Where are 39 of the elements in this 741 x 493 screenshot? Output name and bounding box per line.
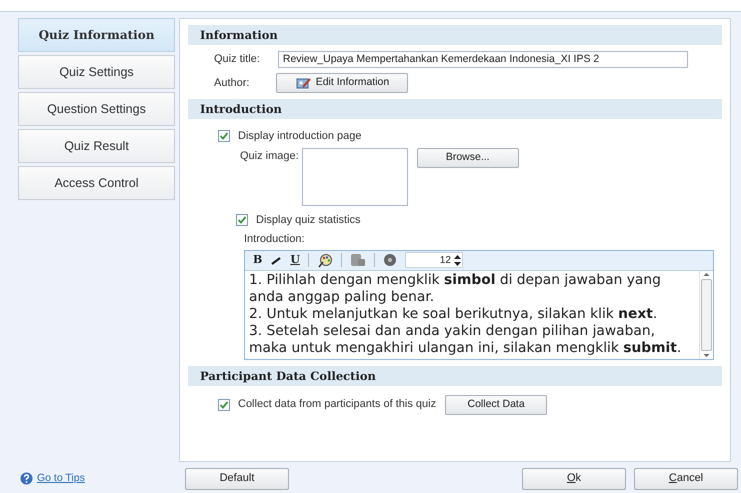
image-icon[interactable] [350,253,366,267]
dialog-button[interactable]: Ok [522,468,626,490]
disc-icon[interactable] [382,253,397,267]
scrollbar[interactable] [699,270,713,358]
checkbox[interactable] [236,214,248,226]
checkbox-label: Display quiz statistics [256,212,361,228]
quiz-title-field[interactable]: Review_Upaya Mempertahankan Kemerdekaan Indonesia_XI IPS 2 [278,51,688,68]
section-header: Participant Data Collection [188,366,722,386]
field-label: Introduction: [244,232,306,247]
help-icon [20,472,33,485]
sidebar-tab[interactable]: Quiz Result [18,129,175,163]
section-header: Information [188,25,722,45]
underline-button[interactable]: U [290,252,300,268]
sidebar-tab[interactable]: Quiz Settings [18,55,175,89]
dialog-button[interactable]: Cancel [634,468,738,490]
field-label: Author: [214,76,250,91]
sidebar-tab[interactable]: Question Settings [18,92,175,126]
edit-icon [296,76,312,90]
checkbox[interactable] [218,398,230,410]
checkbox-label: Collect data from participants of this quiz [238,397,436,412]
scroll-up-icon[interactable] [703,270,710,278]
field-label: Quiz title: [214,52,260,68]
introduction-text[interactable]: 1. Pilihlah dengan mengklik simbol di depan jawaban yang anda anggap paling benar. 2. Untuk melanjutkan ke soal berikutnya, silakan klik next. 3. Setelah selesai dan anda yakin dengan pilihan jawaban, maka untuk mengakhiri ulangan ini, silakan mengklik submit. [245,270,699,358]
field-label: Quiz image: [240,148,299,164]
collect-data-button[interactable]: Collect Data [445,394,548,414]
italic-icon[interactable] [270,255,282,265]
section-header: Introduction [188,99,722,119]
palette-icon[interactable] [316,252,333,268]
bold-button[interactable]: B [253,252,262,268]
checkbox-label: Display introduction page [238,129,362,144]
checkbox[interactable] [218,130,230,142]
tips-link[interactable]: Go to Tips [37,470,85,486]
browse-button[interactable]: Browse... [416,148,519,168]
sidebar-tab[interactable]: Quiz Information [18,18,175,52]
spin-arrows-icon[interactable] [452,254,462,266]
font-size-spinner[interactable]: 12 [404,252,463,268]
edit-information-button[interactable]: Edit Information [276,73,408,93]
sidebar-tab[interactable]: Access Control [18,166,175,200]
dialog-button[interactable]: Default [185,468,289,490]
